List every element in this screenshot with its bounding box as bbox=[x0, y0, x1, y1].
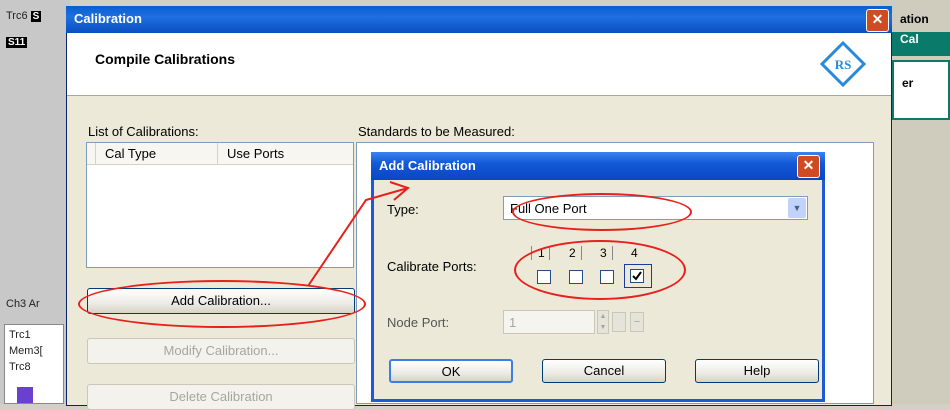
window-title: Calibration bbox=[74, 11, 142, 26]
right-heading: ation bbox=[900, 12, 929, 26]
right-softkey[interactable]: er bbox=[892, 60, 950, 120]
s11-tag: S11 bbox=[6, 36, 28, 48]
ch3-label: Ch3 Ar bbox=[6, 298, 40, 310]
trace-item[interactable]: Trc1 bbox=[9, 327, 59, 343]
dialog-titlebar: Add Calibration bbox=[371, 152, 825, 180]
ok-button[interactable]: OK bbox=[389, 359, 513, 383]
node-port-label: Node Port: bbox=[387, 315, 450, 330]
list-label: List of Calibrations: bbox=[88, 124, 199, 139]
s11-label: S11 bbox=[6, 37, 28, 48]
node-port-value: 1 bbox=[509, 315, 517, 330]
right-cal-tab[interactable]: Cal bbox=[892, 32, 950, 56]
annotation-ellipse-type bbox=[512, 193, 692, 231]
modify-calibration-button[interactable]: Modify Calibration... bbox=[87, 338, 355, 364]
close-icon[interactable]: ✕ bbox=[866, 9, 889, 32]
annotation-ellipse-ports bbox=[514, 240, 686, 300]
background-left-panel: Trc6 S S11 Ch3 Ar Trc1 Mem3[ Trc8 bbox=[0, 0, 70, 404]
annotation-arrow-icon bbox=[307, 181, 410, 287]
trace-item[interactable]: Mem3[ bbox=[9, 343, 59, 359]
trace-color-icon bbox=[17, 387, 33, 403]
list-header: Cal Type Use Ports bbox=[87, 143, 353, 165]
chevron-down-icon[interactable]: ▼ bbox=[788, 198, 806, 218]
trace-list: Trc1 Mem3[ Trc8 bbox=[4, 324, 64, 404]
column-cal-type[interactable]: Cal Type bbox=[105, 146, 156, 161]
trace-tab-trc6[interactable]: Trc6 S bbox=[6, 10, 42, 22]
dialog-title: Add Calibration bbox=[379, 158, 476, 173]
node-port-input[interactable]: 1 bbox=[503, 310, 595, 334]
standards-label: Standards to be Measured: bbox=[358, 124, 515, 139]
node-port-spinner-icon[interactable]: ▲ ▼ bbox=[597, 310, 609, 334]
node-port-up-icon[interactable] bbox=[612, 312, 626, 332]
header-band: Compile Calibrations RS bbox=[67, 33, 891, 96]
rohde-schwarz-logo-icon: RS bbox=[820, 41, 866, 87]
trace-tag: S bbox=[30, 11, 42, 22]
trace-item[interactable]: Trc8 bbox=[9, 359, 59, 375]
column-use-ports[interactable]: Use Ports bbox=[227, 146, 284, 161]
node-port-minus-icon[interactable]: − bbox=[630, 312, 644, 332]
svg-text:RS: RS bbox=[835, 57, 852, 72]
dialog-close-icon[interactable]: ✕ bbox=[797, 155, 820, 178]
calibration-titlebar: Calibration bbox=[66, 6, 892, 33]
page-title: Compile Calibrations bbox=[95, 51, 236, 67]
delete-calibration-button[interactable]: Delete Calibration bbox=[87, 384, 355, 410]
help-button[interactable]: Help bbox=[695, 359, 819, 383]
cancel-button[interactable]: Cancel bbox=[542, 359, 666, 383]
trace-label: Trc6 bbox=[6, 10, 28, 22]
